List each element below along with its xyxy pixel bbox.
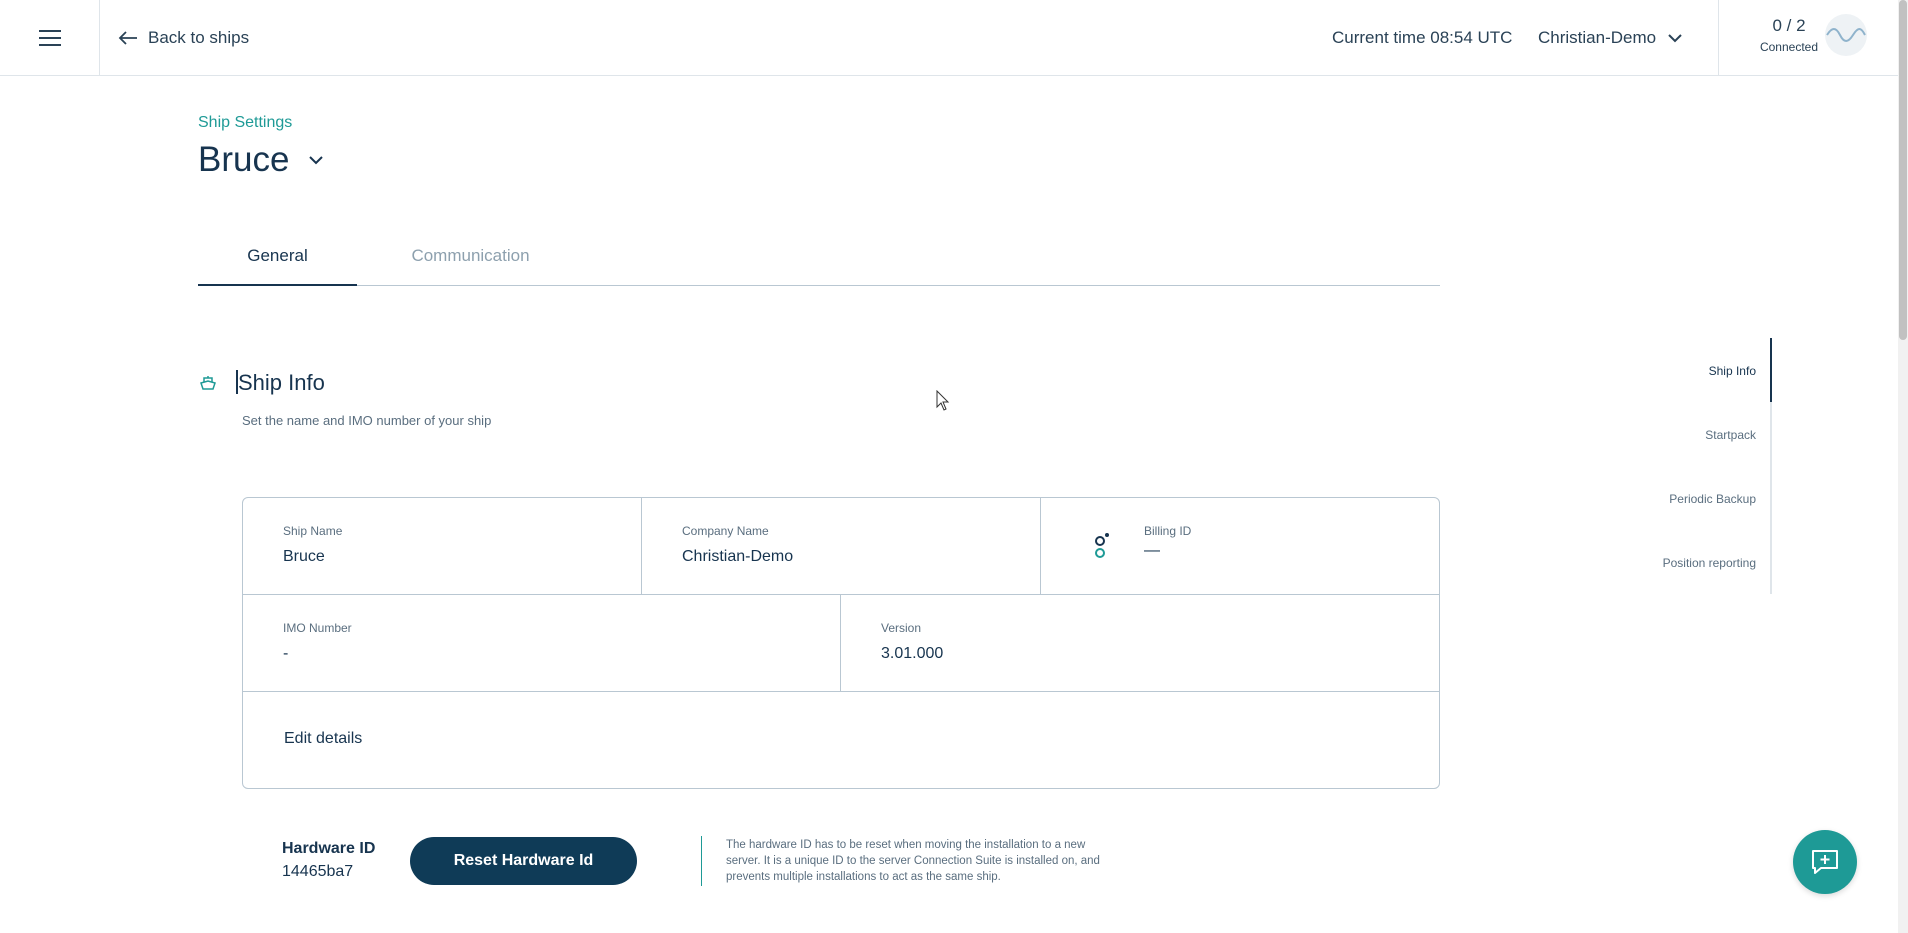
chat-button[interactable] [1793,830,1857,894]
anchor-startpack[interactable]: Startpack [1705,428,1756,442]
breadcrumb[interactable]: Ship Settings [198,114,292,132]
page-scrollbar[interactable] [1898,0,1908,933]
section-title: Ship Info [238,370,325,395]
billing-id-cell: Billing ID — [1041,498,1439,594]
arrow-left-icon [118,31,137,45]
card-row: Ship Name Bruce Company Name Christian-D… [243,498,1439,595]
billing-link-icon [1095,533,1109,558]
divider [701,836,702,886]
imo-number-label: IMO Number [283,621,352,635]
edit-details-button[interactable]: Edit details [284,730,362,748]
card-row: IMO Number - Version 3.01.000 [243,595,1439,692]
chat-add-icon [1812,850,1838,874]
company-selector-label: Christian-Demo [1538,28,1657,47]
hamburger-menu-icon [38,30,61,46]
tab-bar: General Communication [198,240,1440,286]
ship-selector[interactable]: Bruce [198,140,324,180]
anchor-ship-info[interactable]: Ship Info [1709,364,1756,378]
version-value: 3.01.000 [881,645,944,662]
connection-avatar[interactable] [1825,14,1867,56]
connection-status[interactable]: 0 / 2 Connected [1718,0,1898,76]
section-subtitle: Set the name and IMO number of your ship [242,413,492,428]
billing-id-label: Billing ID [1144,524,1192,538]
card-row: Edit details [243,692,1439,789]
ship-name-value: Bruce [283,548,325,565]
chevron-down-icon [1668,33,1682,42]
anchor-position-reporting[interactable]: Position reporting [1663,556,1756,570]
anchor-periodic-backup[interactable]: Periodic Backup [1669,492,1756,506]
imo-number-cell: IMO Number - [243,595,841,691]
company-name-cell: Company Name Christian-Demo [642,498,1041,594]
menu-button[interactable] [0,0,100,76]
version-cell: Version 3.01.000 [841,595,1439,691]
top-bar: Back to ships Current time 08:54 UTC Chr… [0,0,1898,76]
billing-id-value: — [1144,542,1160,559]
hardware-id-value: 14465ba7 [282,863,354,880]
mouse-cursor-icon [936,390,950,411]
connection-count: 0 / 2 [1772,16,1806,35]
scrollbar-thumb[interactable] [1899,0,1907,340]
reset-hardware-id-button[interactable]: Reset Hardware Id [410,837,637,885]
connection-label: Connected [1759,40,1819,54]
ship-info-card: Ship Name Bruce Company Name Christian-D… [242,497,1440,789]
back-link-label: Back to ships [148,28,250,47]
hardware-id-description: The hardware ID has to be reset when mov… [726,839,1100,883]
anchor-active-indicator [1770,338,1772,402]
wave-icon [1826,28,1866,42]
current-time: Current time 08:54 UTC [1332,28,1513,47]
imo-number-value: - [283,645,289,662]
back-to-ships-link[interactable]: Back to ships [118,24,249,52]
version-label: Version [881,621,922,635]
tab-general[interactable]: General [198,246,357,286]
hardware-id-label: Hardware ID [282,840,376,857]
chevron-down-icon [309,155,324,164]
section-anchor-nav: Ship Info Startpack Periodic Backup Posi… [1620,338,1772,594]
tab-communication[interactable]: Communication [398,246,543,286]
ship-icon [200,376,216,390]
company-selector[interactable]: Christian-Demo [1538,24,1682,52]
ship-name-cell: Ship Name Bruce [243,498,642,594]
company-name-value: Christian-Demo [682,548,794,565]
ship-name-label: Ship Name [283,524,343,538]
company-name-label: Company Name [682,524,769,538]
page-title: Bruce [198,140,290,179]
